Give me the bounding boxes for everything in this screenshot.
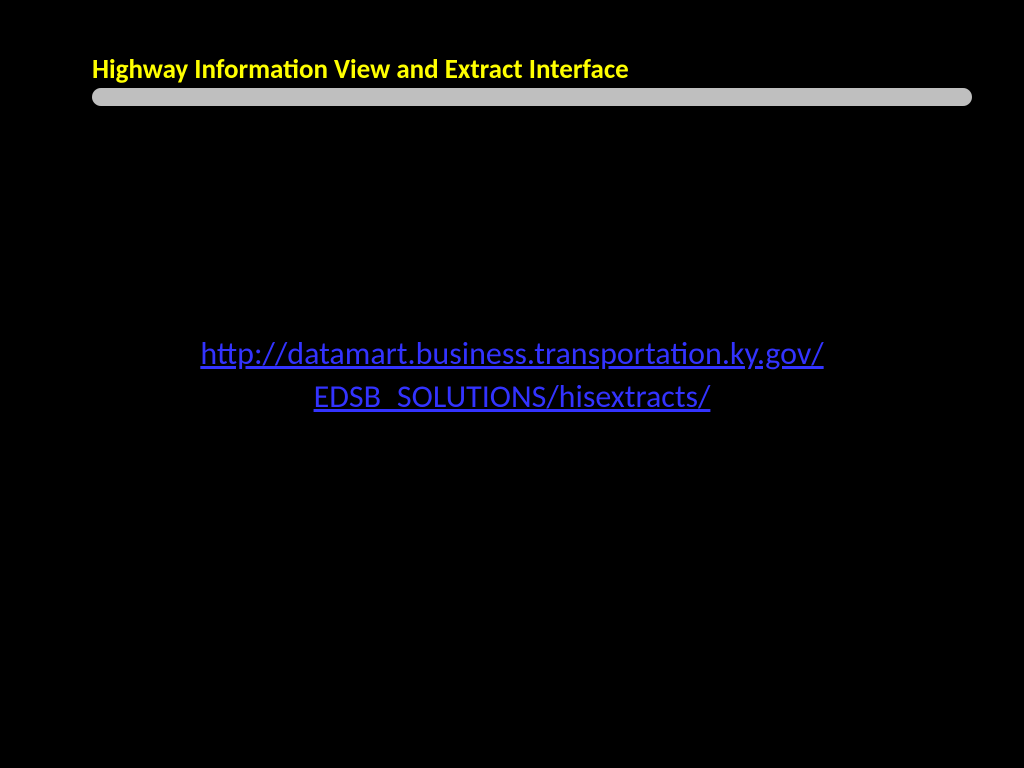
link-container: http://datamart.business.transportation.…	[0, 332, 1024, 418]
title-divider-bar	[92, 88, 972, 106]
slide-title: Highway Information View and Extract Int…	[92, 53, 629, 86]
main-url-link[interactable]: http://datamart.business.transportation.…	[200, 332, 823, 418]
link-text-line2: EDSB_SOLUTIONS/hisextracts/	[314, 377, 711, 416]
link-text-line1: http://datamart.business.transportation.…	[200, 334, 823, 373]
